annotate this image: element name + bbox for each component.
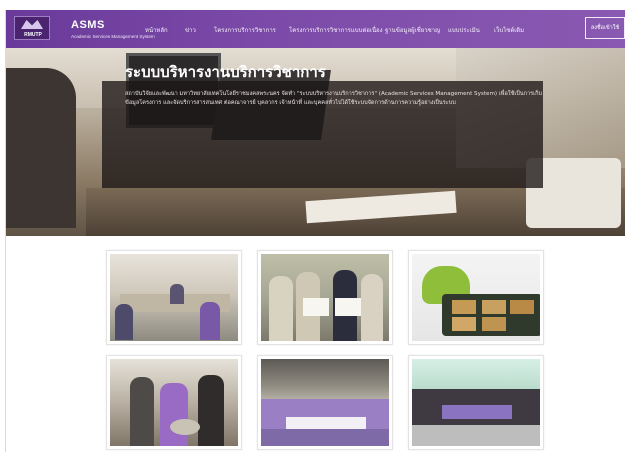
photo-person bbox=[361, 274, 383, 341]
brand-subtitle: Academic Services Management System bbox=[71, 34, 155, 39]
nav-item-news[interactable]: ข่าว bbox=[185, 25, 196, 35]
photo-certificate bbox=[335, 298, 361, 316]
browser-viewport: RMUTP ASMS Academic Services Management … bbox=[5, 10, 625, 452]
photo-snack bbox=[482, 300, 506, 314]
brand-name[interactable]: ASMS bbox=[71, 19, 105, 31]
gallery-photo-banana[interactable] bbox=[408, 250, 544, 345]
photo-crowd bbox=[261, 429, 389, 446]
nav-item-continuous-projects[interactable]: โครงการบริการวิชาการแบบต่อเนื่อง bbox=[289, 25, 383, 35]
photo-person bbox=[269, 276, 293, 341]
hero-title: ระบบบริหารงานบริการวิชาการ bbox=[125, 63, 326, 81]
gallery-photo-group-event[interactable] bbox=[257, 355, 393, 450]
photo-snack bbox=[452, 317, 476, 331]
nav-item-home[interactable]: หน้าหลัก bbox=[145, 25, 168, 35]
photo-image bbox=[261, 359, 389, 446]
gallery-photo-outdoor-group[interactable] bbox=[408, 355, 544, 450]
photo-image bbox=[412, 359, 540, 446]
nav-item-evaluation[interactable]: แบบประเมิน bbox=[448, 25, 480, 35]
photo-image bbox=[110, 254, 238, 341]
nav-item-expert-database[interactable]: ฐานข้อมูลผู้เชี่ยวชาญ bbox=[385, 25, 440, 35]
nav-item-service-projects[interactable]: โครงการบริการวิชาการ bbox=[214, 25, 276, 35]
university-logo[interactable]: RMUTP bbox=[14, 16, 50, 40]
photo-person bbox=[115, 304, 133, 340]
photo-snack bbox=[452, 300, 476, 314]
photo-image bbox=[261, 254, 389, 341]
photo-certificate bbox=[303, 298, 329, 316]
photo-snack bbox=[482, 317, 506, 331]
logo-text: RMUTP bbox=[24, 32, 42, 38]
photo-ground bbox=[412, 425, 540, 446]
gallery-photo-community[interactable] bbox=[106, 355, 242, 450]
hero-person-left bbox=[6, 68, 76, 228]
page: RMUTP ASMS Academic Services Management … bbox=[0, 0, 629, 452]
photo-person bbox=[170, 284, 184, 304]
photo-image bbox=[110, 359, 238, 446]
login-button[interactable]: ลงชื่อเข้าใช้ bbox=[585, 17, 625, 39]
photo-image bbox=[412, 254, 540, 341]
gallery-photo-certificate[interactable] bbox=[257, 250, 393, 345]
photo-person bbox=[130, 377, 154, 446]
photo-person bbox=[198, 375, 224, 446]
top-navbar: RMUTP ASMS Academic Services Management … bbox=[6, 10, 625, 48]
logo-emblem-icon bbox=[21, 20, 43, 29]
hero-description: สถาบันวิจัยและพัฒนา มหาวิทยาลัยเทคโนโลยี… bbox=[125, 91, 543, 106]
nav-item-old-website[interactable]: เว็บไซต์เดิม bbox=[494, 25, 524, 35]
photo-snack bbox=[510, 300, 534, 314]
photo-bowl bbox=[170, 419, 200, 435]
gallery-photo-meeting[interactable] bbox=[106, 250, 242, 345]
photo-banner bbox=[442, 405, 512, 419]
photo-person bbox=[200, 302, 220, 340]
photo-person bbox=[160, 383, 188, 446]
